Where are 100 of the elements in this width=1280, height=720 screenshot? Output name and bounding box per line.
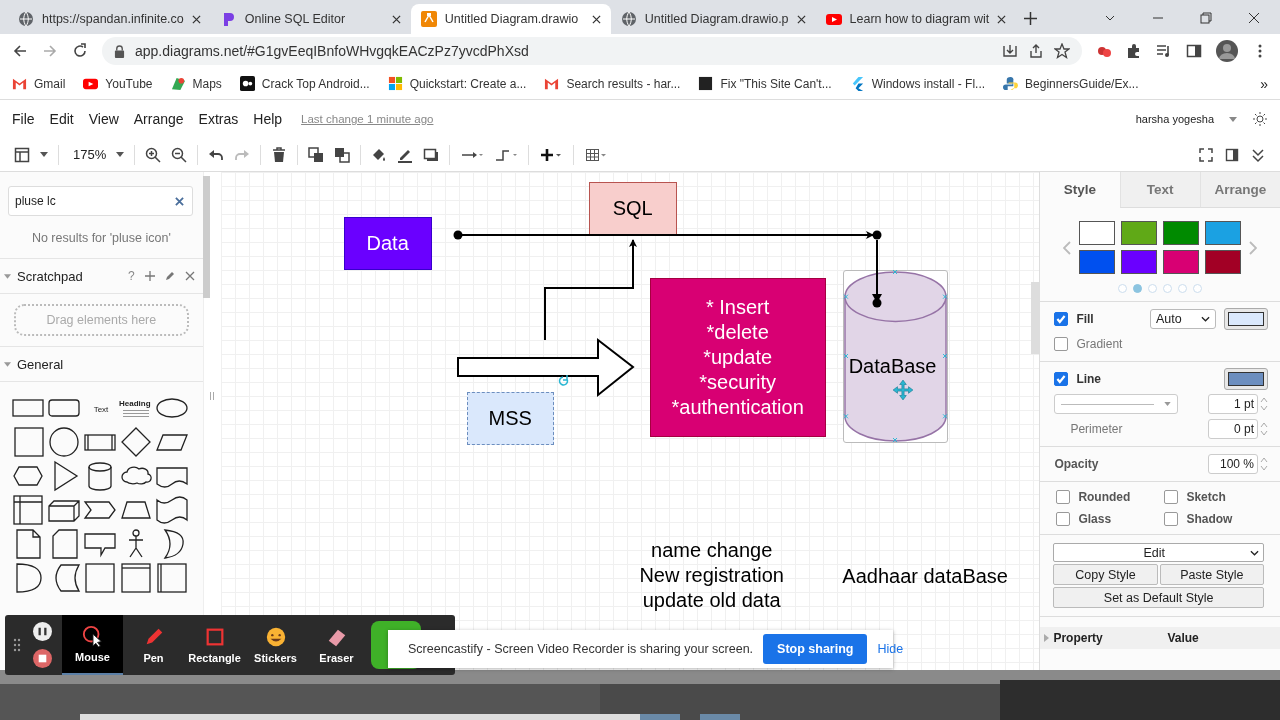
- rotate-handle-icon[interactable]: [558, 374, 568, 386]
- rectangle-icon[interactable]: [155, 562, 189, 594]
- pause-icon[interactable]: [33, 622, 52, 641]
- page-dot[interactable]: [1133, 284, 1143, 293]
- diagram-text[interactable]: Aadhaar dataBase: [832, 564, 1018, 589]
- puzzle-icon[interactable]: [1126, 43, 1142, 59]
- text-shape[interactable]: Text: [93, 404, 109, 414]
- checkbox[interactable]: [1164, 512, 1179, 526]
- browser-tab[interactable]: Online SQL Editor: [210, 4, 411, 34]
- download-icon[interactable]: [1002, 43, 1018, 59]
- panel-tab[interactable]: Arrange: [1199, 172, 1280, 208]
- bookmark[interactable]: Fix "This Site Can't...: [698, 76, 832, 91]
- tape-icon[interactable]: [155, 494, 189, 526]
- page-dot[interactable]: [1118, 284, 1128, 293]
- menu-item[interactable]: Help: [253, 111, 283, 127]
- recorder-tool[interactable]: Rectangle: [184, 615, 245, 675]
- block-arrow[interactable]: [456, 337, 635, 398]
- fullscreen-icon[interactable]: [1198, 146, 1214, 163]
- page-dot[interactable]: [1178, 284, 1188, 293]
- page-dot[interactable]: [1148, 284, 1158, 293]
- side-panel-icon[interactable]: [1186, 43, 1202, 59]
- table-icon[interactable]: [584, 146, 609, 163]
- edit-icon[interactable]: [164, 271, 175, 281]
- to-back-icon[interactable]: [334, 146, 351, 163]
- close-icon[interactable]: [997, 14, 1007, 24]
- reload-icon[interactable]: [72, 43, 88, 59]
- collapse-icon[interactable]: [1250, 146, 1266, 163]
- close-icon[interactable]: [591, 14, 601, 24]
- caret-icon[interactable]: [1229, 116, 1237, 122]
- caret-icon[interactable]: [116, 152, 125, 157]
- avatar[interactable]: [1216, 40, 1238, 62]
- media-icon[interactable]: [1156, 43, 1172, 59]
- section-title[interactable]: General: [17, 356, 64, 372]
- delete-icon[interactable]: [271, 146, 288, 163]
- restore-icon[interactable]: [1200, 12, 1212, 24]
- checkbox[interactable]: [1054, 312, 1069, 326]
- opacity-field[interactable]: 100 %: [1208, 454, 1258, 474]
- checkbox[interactable]: [1054, 372, 1069, 386]
- bookmark[interactable]: Maps: [170, 76, 222, 91]
- zoom-out-icon[interactable]: [171, 146, 188, 163]
- edit-select[interactable]: Edit: [1053, 543, 1264, 562]
- window-icon[interactable]: [119, 562, 153, 594]
- checkbox[interactable]: [1056, 490, 1071, 504]
- recorder-tool[interactable]: Mouse: [62, 615, 123, 675]
- move-handle-icon[interactable]: [891, 379, 914, 401]
- back-icon[interactable]: [12, 43, 28, 59]
- color-swatch[interactable]: [1163, 221, 1200, 245]
- close-icon[interactable]: [391, 14, 401, 24]
- diagram-box[interactable]: SQL: [588, 182, 677, 235]
- to-front-icon[interactable]: [308, 146, 325, 163]
- diagram-text[interactable]: name change New registration update old data: [601, 538, 822, 613]
- internal-storage-icon[interactable]: [11, 494, 45, 526]
- diagram-box[interactable]: MSS: [466, 392, 554, 445]
- share-icon[interactable]: [1028, 43, 1044, 59]
- collapse-triangle-icon[interactable]: [4, 273, 11, 279]
- browser-tab[interactable]: Learn how to diagram wit: [815, 4, 1017, 34]
- zoom-in-icon[interactable]: [145, 146, 162, 163]
- fill-bucket-icon[interactable]: [371, 146, 388, 163]
- database-cylinder[interactable]: DataBase: [842, 270, 948, 443]
- zoom-level[interactable]: 175%: [73, 147, 107, 162]
- scrollbar[interactable]: [202, 176, 210, 298]
- perimeter-field[interactable]: 0 pt: [1208, 419, 1258, 439]
- browser-tab[interactable]: Untitled Diagram.drawio.p: [610, 4, 816, 34]
- page-dot[interactable]: [1193, 284, 1203, 293]
- recorder-tool[interactable]: Eraser: [306, 615, 367, 675]
- format-panel-icon[interactable]: [1224, 146, 1240, 163]
- collapse-triangle-icon[interactable]: [4, 361, 11, 367]
- checkbox[interactable]: [1164, 490, 1179, 504]
- menu-item[interactable]: View: [88, 111, 119, 127]
- color-swatch[interactable]: [1121, 250, 1158, 274]
- menu-item[interactable]: Arrange: [133, 111, 184, 127]
- color-swatch[interactable]: [1205, 250, 1242, 274]
- bookmark[interactable]: Search results - har...: [544, 76, 681, 91]
- checkbox[interactable]: [1056, 512, 1071, 526]
- menu-item[interactable]: Edit: [49, 111, 74, 127]
- stop-sharing-button[interactable]: Stop sharing: [763, 634, 868, 664]
- style-button[interactable]: Copy Style: [1053, 564, 1158, 585]
- last-change-link[interactable]: Last change 1 minute ago: [301, 113, 434, 125]
- diagram-box[interactable]: Data: [343, 217, 432, 270]
- connector-arrow[interactable]: [543, 239, 637, 341]
- browser-tab[interactable]: Untitled Diagram.drawio: [410, 4, 611, 34]
- color-swatch[interactable]: [1121, 221, 1158, 245]
- clear-icon[interactable]: [174, 196, 184, 206]
- checkbox[interactable]: [1054, 337, 1069, 351]
- sun-icon[interactable]: [1252, 111, 1268, 127]
- drag-handle-icon[interactable]: [13, 638, 21, 652]
- resize-handle[interactable]: [210, 392, 215, 400]
- circle-icon[interactable]: [47, 426, 81, 458]
- close-icon[interactable]: [796, 14, 806, 24]
- bookmark[interactable]: Gmail: [12, 76, 66, 91]
- user-name[interactable]: harsha yogesha: [1135, 113, 1214, 125]
- panel-tab[interactable]: Text: [1119, 172, 1200, 208]
- hide-link[interactable]: Hide: [877, 642, 904, 656]
- diagram-box[interactable]: * Insert *delete *update *security *authentication: [649, 278, 826, 437]
- color-swatch[interactable]: [1079, 221, 1116, 245]
- color-swatch[interactable]: [1163, 250, 1200, 274]
- default-style-button[interactable]: Set as Default Style: [1053, 587, 1264, 608]
- style-button[interactable]: Paste Style: [1159, 564, 1264, 585]
- add-icon[interactable]: [144, 271, 155, 281]
- stop-icon[interactable]: [33, 649, 52, 668]
